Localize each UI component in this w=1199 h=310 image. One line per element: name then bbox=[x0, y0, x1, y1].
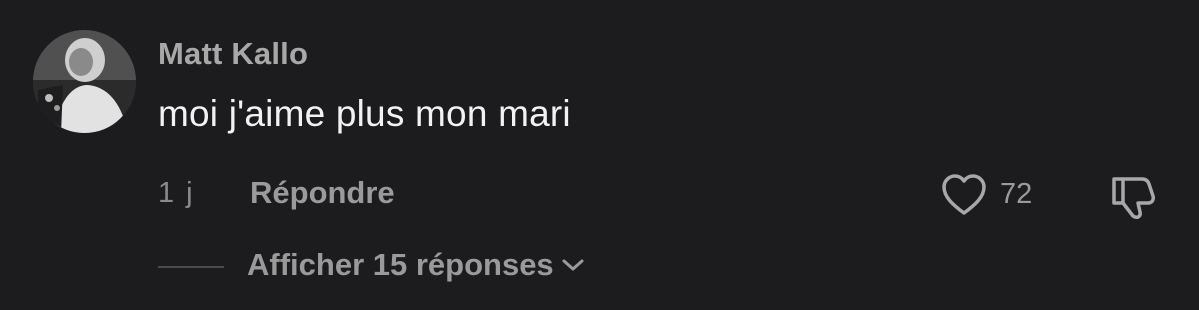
like-count: 72 bbox=[1000, 178, 1033, 210]
comment-item: Matt Kallo moi j'aime plus mon mari 1 j … bbox=[0, 0, 1199, 310]
view-replies-label: Afficher 15 réponses bbox=[247, 247, 554, 282]
comment-timestamp: 1 j bbox=[158, 177, 195, 209]
replies-divider bbox=[158, 266, 224, 268]
comment-text: moi j'aime plus mon mari bbox=[158, 93, 571, 134]
like-button[interactable] bbox=[939, 172, 989, 218]
thumbs-down-icon bbox=[1112, 177, 1155, 219]
comment-username[interactable]: Matt Kallo bbox=[158, 36, 308, 72]
view-replies-button[interactable]: Afficher 15 réponses bbox=[247, 247, 586, 283]
heart-icon bbox=[942, 174, 986, 215]
avatar-image bbox=[33, 30, 136, 133]
reply-button[interactable]: Répondre bbox=[250, 175, 395, 211]
avatar[interactable] bbox=[33, 30, 136, 133]
dislike-button[interactable] bbox=[1106, 171, 1160, 221]
chevron-down-icon bbox=[562, 259, 584, 271]
